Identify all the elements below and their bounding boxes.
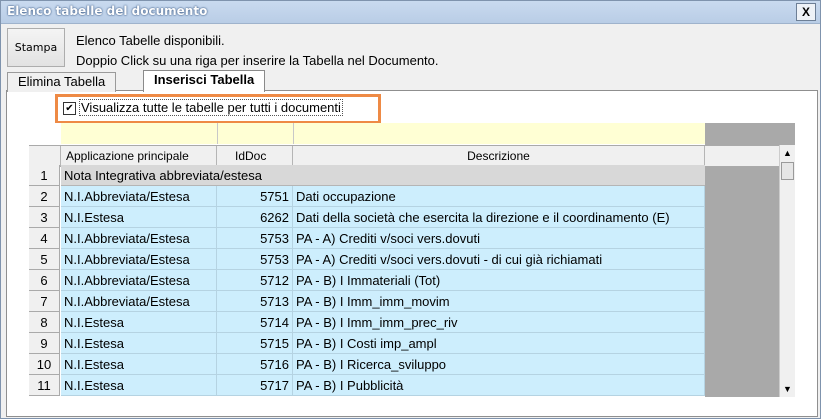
cell-app: N.I.Estesa: [61, 354, 217, 375]
header-corner: [29, 146, 61, 166]
cell-iddoc: 5714: [217, 312, 293, 333]
print-button[interactable]: Stampa: [7, 28, 65, 67]
cell-desc: PA - B) I Costi imp_ampl: [293, 333, 705, 354]
row-number: 7: [29, 291, 60, 312]
row-number: 5: [29, 249, 60, 270]
table-row[interactable]: 4 N.I.Abbreviata/Estesa 5753 PA - A) Cre…: [29, 228, 705, 249]
header-app[interactable]: Applicazione principale: [61, 146, 217, 166]
table-row[interactable]: 7 N.I.Abbreviata/Estesa 5713 PA - B) I I…: [29, 291, 705, 312]
cell-iddoc: 5713: [217, 291, 293, 312]
cell-iddoc: 6262: [217, 207, 293, 228]
table-row[interactable]: 11 N.I.Estesa 5717 PA - B) I Pubblicità: [29, 375, 705, 396]
cell-iddoc: 5753: [217, 228, 293, 249]
row-number: 8: [29, 312, 60, 333]
cell-desc: PA - B) I Pubblicità: [293, 375, 705, 396]
scroll-down-icon[interactable]: ▼: [780, 381, 795, 397]
cell-app: N.I.Abbreviata/Estesa: [61, 249, 217, 270]
table-row[interactable]: 5 N.I.Abbreviata/Estesa 5753 PA - A) Cre…: [29, 249, 705, 270]
row-number: 10: [29, 354, 60, 375]
show-all-checkbox[interactable]: ✔: [63, 102, 76, 115]
tab-inserisci-tabella[interactable]: Inserisci Tabella: [143, 70, 266, 92]
show-all-tables-option[interactable]: ✔ Visualizza tutte le tabelle per tutti …: [55, 94, 381, 124]
group-label: Nota Integrativa abbreviata/estesa: [61, 165, 705, 186]
cell-app: N.I.Abbreviata/Estesa: [61, 291, 217, 312]
filter-cell-app[interactable]: [61, 123, 218, 144]
grid-header: Applicazione principale IdDoc Descrizion…: [29, 145, 779, 167]
table-row-group[interactable]: 1 Nota Integrativa abbreviata/estesa: [29, 165, 705, 186]
close-button[interactable]: X: [796, 3, 816, 21]
row-number: 6: [29, 270, 60, 291]
cell-app: N.I.Abbreviata/Estesa: [61, 228, 217, 249]
window-title: Elenco tabelle del documento: [7, 4, 208, 18]
filter-cell-desc[interactable]: [293, 123, 705, 144]
cell-app: N.I.Estesa: [61, 207, 217, 228]
table-row[interactable]: 8 N.I.Estesa 5714 PA - B) I Imm_imm_prec…: [29, 312, 705, 333]
cell-iddoc: 5751: [217, 186, 293, 207]
cell-desc: PA - B) I Imm_imm_movim: [293, 291, 705, 312]
table-row[interactable]: 9 N.I.Estesa 5715 PA - B) I Costi imp_am…: [29, 333, 705, 354]
row-number: 4: [29, 228, 60, 249]
cell-iddoc: 5712: [217, 270, 293, 291]
cell-iddoc: 5717: [217, 375, 293, 396]
info-line-2: Doppio Click su una riga per inserire la…: [76, 53, 439, 68]
info-text: Elenco Tabelle disponibili. Doppio Click…: [76, 31, 439, 71]
vertical-scrollbar[interactable]: ▲ ▼: [779, 145, 795, 397]
title-bar: Elenco tabelle del documento X: [1, 1, 820, 24]
cell-app: N.I.Abbreviata/Estesa: [61, 186, 217, 207]
tab-elimina-tabella[interactable]: Elimina Tabella: [7, 72, 117, 92]
cell-desc: PA - B) I Imm_imm_prec_riv: [293, 312, 705, 333]
row-number: 3: [29, 207, 60, 228]
table-row[interactable]: 2 N.I.Abbreviata/Estesa 5751 Dati occupa…: [29, 186, 705, 207]
row-number: 2: [29, 186, 60, 207]
cell-desc: PA - A) Crediti v/soci vers.dovuti: [293, 228, 705, 249]
cell-desc: Dati occupazione: [293, 186, 705, 207]
cell-app: N.I.Abbreviata/Estesa: [61, 270, 217, 291]
table-row[interactable]: 3 N.I.Estesa 6262 Dati della società che…: [29, 207, 705, 228]
info-line-1: Elenco Tabelle disponibili.: [76, 33, 225, 48]
dialog-window: Elenco tabelle del documento X Stampa El…: [0, 0, 821, 419]
cell-desc: PA - A) Crediti v/soci vers.dovuti - di …: [293, 249, 705, 270]
row-number: 9: [29, 333, 60, 354]
filter-cell-iddoc[interactable]: [217, 123, 294, 144]
tables-grid: Applicazione principale IdDoc Descrizion…: [29, 123, 795, 397]
cell-desc: Dati della società che esercita la direz…: [293, 207, 705, 228]
cell-app: N.I.Estesa: [61, 312, 217, 333]
header-iddoc[interactable]: IdDoc: [217, 146, 293, 166]
table-row[interactable]: 6 N.I.Abbreviata/Estesa 5712 PA - B) I I…: [29, 270, 705, 291]
cell-iddoc: 5753: [217, 249, 293, 270]
table-row[interactable]: 10 N.I.Estesa 5716 PA - B) I Ricerca_svi…: [29, 354, 705, 375]
scroll-thumb[interactable]: [781, 162, 794, 180]
cell-iddoc: 5716: [217, 354, 293, 375]
header-desc[interactable]: Descrizione: [293, 146, 705, 166]
scroll-up-icon[interactable]: ▲: [780, 145, 795, 161]
show-all-label[interactable]: Visualizza tutte le tabelle per tutti i …: [79, 99, 343, 116]
cell-desc: PA - B) I Immateriali (Tot): [293, 270, 705, 291]
row-number: 1: [29, 165, 60, 186]
tab-strip: Elimina Tabella Inserisci Tabella: [1, 70, 820, 92]
grid-filter-row: [61, 123, 705, 144]
cell-app: N.I.Estesa: [61, 333, 217, 354]
cell-desc: PA - B) I Ricerca_sviluppo: [293, 354, 705, 375]
cell-app: N.I.Estesa: [61, 375, 217, 396]
cell-iddoc: 5715: [217, 333, 293, 354]
row-number: 11: [29, 375, 60, 396]
